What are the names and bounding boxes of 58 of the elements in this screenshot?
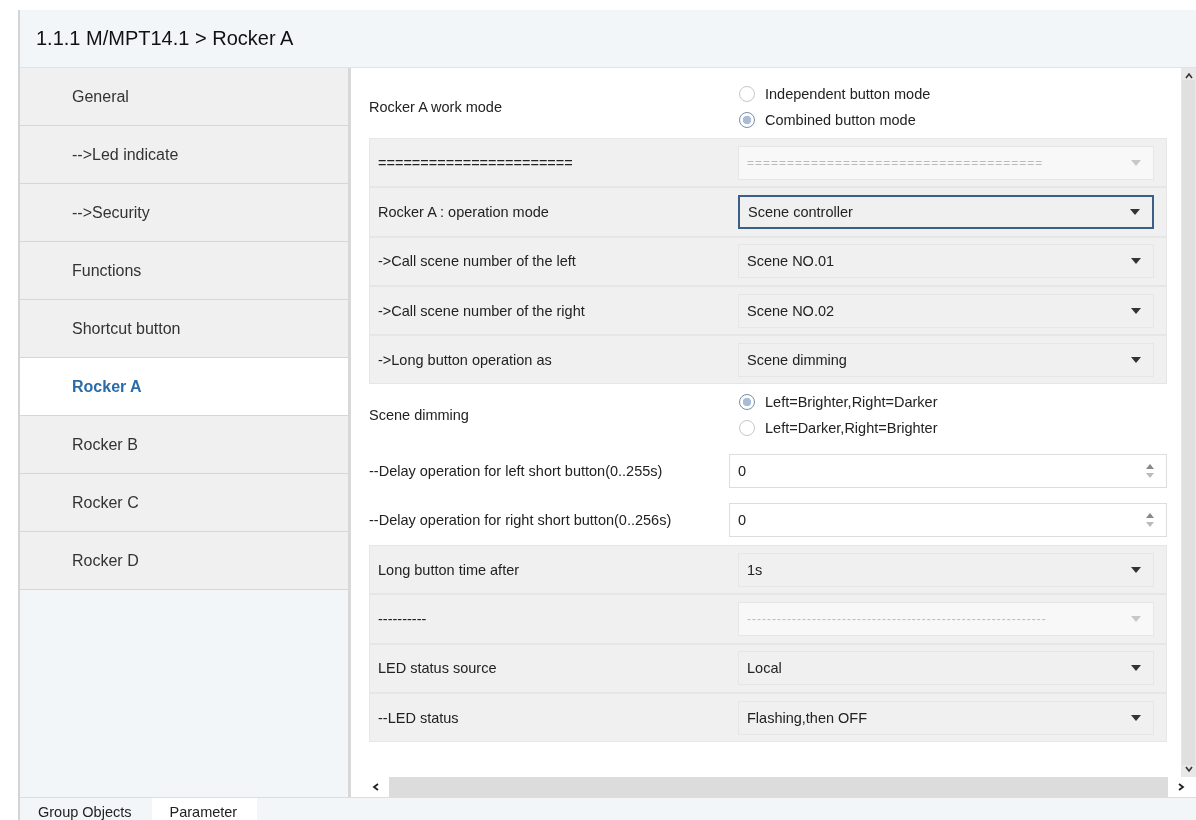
parameter-label: Rocker A : operation mode bbox=[378, 203, 550, 220]
parameter-label: ->Call scene number of the left bbox=[378, 253, 577, 270]
sidebar-item[interactable]: Rocker C bbox=[20, 474, 348, 532]
tab[interactable]: Group Objects bbox=[20, 798, 152, 820]
radio-label: Left=Darker,Right=Brighter bbox=[765, 420, 938, 437]
sidebar-item[interactable]: -->Led indicate bbox=[20, 126, 348, 184]
spinner-icon bbox=[1146, 463, 1154, 480]
scroll-right-icon[interactable] bbox=[1176, 782, 1186, 792]
caret-icon bbox=[1131, 566, 1141, 573]
caret-icon bbox=[1130, 208, 1140, 215]
dropdown[interactable]: Scene NO.01 bbox=[738, 244, 1154, 279]
caret-icon bbox=[1131, 356, 1141, 363]
sidebar-item[interactable]: General bbox=[20, 68, 348, 126]
radio-button[interactable] bbox=[739, 112, 755, 128]
caret-icon bbox=[1131, 714, 1141, 721]
parameter-label: --LED status bbox=[378, 709, 460, 726]
caret-icon bbox=[1131, 665, 1141, 672]
radio-label: Combined button mode bbox=[765, 112, 916, 128]
parameter-label: Scene dimming bbox=[369, 407, 470, 424]
dropdown[interactable]: Local bbox=[738, 651, 1154, 686]
radio-label: Left=Brighter,Right=Darker bbox=[765, 394, 938, 411]
sidebar-item[interactable]: -->Security bbox=[20, 184, 348, 242]
parameter-label: ->Long button operation as bbox=[378, 351, 553, 368]
spinner-icon bbox=[1146, 512, 1154, 529]
caret-icon bbox=[1131, 307, 1141, 314]
caret-icon bbox=[1131, 258, 1141, 265]
caret-icon bbox=[1131, 616, 1141, 622]
sidebar-item[interactable]: Rocker A bbox=[20, 358, 348, 416]
radio-button[interactable] bbox=[739, 394, 755, 411]
sidebar-item[interactable]: Shortcut button bbox=[20, 300, 348, 358]
parameter-label: Rocker A work mode bbox=[369, 99, 503, 115]
radio-button[interactable] bbox=[739, 86, 755, 102]
page-title: 1.1.1 M/MPT14.1 > Rocker A bbox=[36, 27, 294, 50]
parameter-label: LED status source bbox=[378, 660, 498, 677]
tab[interactable]: Parameter bbox=[151, 798, 258, 820]
parameter-label: --Delay operation for right short button(0..256s) bbox=[369, 512, 673, 529]
radio-button[interactable] bbox=[739, 420, 755, 437]
dropdown[interactable]: Flashing,then OFF bbox=[738, 700, 1154, 735]
dropdown[interactable]: Scene controller bbox=[738, 194, 1154, 229]
caret-icon bbox=[1131, 159, 1141, 166]
parameter-label: ->Call scene number of the right bbox=[378, 302, 586, 319]
dropdown[interactable]: 1s bbox=[738, 552, 1154, 587]
parameter-label: --Delay operation for left short button(0..255s) bbox=[369, 463, 664, 480]
scroll-down-icon[interactable] bbox=[1183, 765, 1194, 773]
dropdown[interactable]: Scene dimming bbox=[738, 342, 1154, 377]
radio-label: Independent button mode bbox=[765, 86, 931, 102]
vertical-scrollbar[interactable] bbox=[1181, 68, 1196, 777]
sidebar-item[interactable]: Rocker D bbox=[20, 532, 348, 590]
parameter-label: ======================= bbox=[378, 154, 574, 171]
parameter-label: ---------- bbox=[378, 611, 428, 627]
number-field[interactable]: 0 bbox=[729, 503, 1167, 538]
parameter-label: Long button time after bbox=[378, 561, 521, 578]
sidebar-item[interactable]: Functions bbox=[20, 242, 348, 300]
scroll-left-icon[interactable] bbox=[371, 782, 381, 792]
number-field[interactable]: 0 bbox=[729, 454, 1167, 489]
dropdown[interactable]: Scene NO.02 bbox=[738, 293, 1154, 328]
scroll-up-icon[interactable] bbox=[1183, 72, 1194, 80]
sidebar-item[interactable]: Rocker B bbox=[20, 416, 348, 474]
